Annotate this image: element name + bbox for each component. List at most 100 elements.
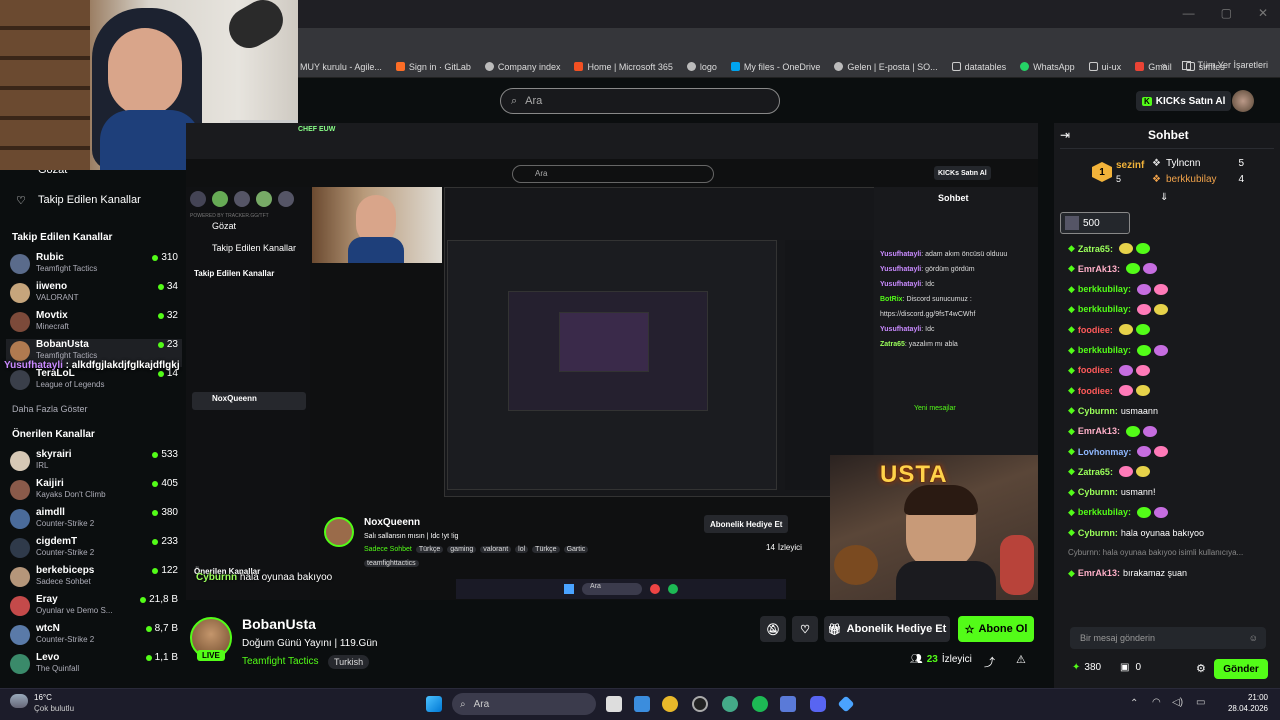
- bookmark[interactable]: Sign in · GitLab: [395, 62, 471, 72]
- bookmark[interactable]: Gelen | E-posta | SO...: [834, 62, 938, 72]
- chat-username[interactable]: Zatra65:: [1078, 244, 1113, 254]
- share-icon[interactable]: ⤴: [984, 654, 995, 670]
- chat-username[interactable]: berkkubilay:: [1078, 284, 1131, 294]
- report-icon[interactable]: ⚠: [1016, 653, 1026, 666]
- chat-username[interactable]: EmrAk13:: [1078, 568, 1120, 578]
- chat-username[interactable]: Cyburnn:: [1078, 528, 1118, 538]
- points-display[interactable]: ✦ 380: [1072, 662, 1101, 673]
- chat-username[interactable]: berkkubilay:: [1078, 304, 1131, 314]
- nested-following: Takip Edilen Kanallar: [212, 243, 297, 253]
- stream-category[interactable]: Teamfight Tactics: [242, 656, 319, 667]
- maximize-icon[interactable]: ▢: [1221, 6, 1232, 20]
- task-view-icon[interactable]: [606, 696, 622, 712]
- viewer-count: 21,8 B: [140, 594, 178, 605]
- followed-channel[interactable]: iiweno VALORANT 34: [10, 281, 178, 309]
- chat-username[interactable]: EmrAk13:: [1078, 426, 1120, 436]
- bookmark[interactable]: ui-ux: [1088, 62, 1121, 72]
- chat-message: ◆ berkkubilay:: [1068, 506, 1168, 518]
- close-icon[interactable]: ✕: [1258, 6, 1268, 20]
- nested-followed-heading: Takip Edilen Kanallar: [194, 269, 275, 278]
- bookmark[interactable]: WhatsApp: [1020, 62, 1075, 72]
- expand-icon[interactable]: ⇓: [1160, 192, 1168, 203]
- sidebar-item-following[interactable]: Takip Edilen Kanallar: [38, 194, 141, 206]
- emote-icon: [1153, 303, 1168, 315]
- chat-username[interactable]: EmrAk13:: [1078, 264, 1120, 274]
- chat-username[interactable]: Zatra65:: [1078, 467, 1113, 477]
- follow-button[interactable]: ♡: [792, 616, 818, 642]
- battery-icon[interactable]: ▭: [1196, 697, 1205, 708]
- gifts-display[interactable]: ▣ 0: [1120, 662, 1141, 673]
- recommended-channel[interactable]: skyrairi IRL 533: [10, 449, 178, 477]
- chat-text: Cyburnn: hala oyunaa bakıyoo isimli kull…: [1068, 547, 1244, 557]
- emote-icon: [1154, 446, 1169, 457]
- search-input[interactable]: ⌕ Ara: [500, 88, 780, 114]
- bookmark[interactable]: MUY kurulu - Agile...: [300, 62, 382, 72]
- taskbar-search[interactable]: ⌕ Ara: [452, 693, 596, 715]
- chat-username[interactable]: foodiee:: [1078, 365, 1113, 375]
- nested-jacket: [348, 237, 404, 263]
- emoji-icon[interactable]: ☺: [1249, 633, 1258, 643]
- chat-message: ◆ berkkubilay:: [1068, 283, 1168, 295]
- sidebar: Gözat ♡ Takip Edilen Kanallar Takip Edil…: [0, 160, 186, 688]
- recommended-channel[interactable]: cigdemT Counter-Strike 2 233: [10, 536, 178, 564]
- pinned-message[interactable]: 500: [1060, 212, 1130, 234]
- folder-icon: [1088, 62, 1098, 71]
- spotify-icon[interactable]: [752, 696, 768, 712]
- chat-username[interactable]: berkkubilay:: [1078, 507, 1131, 517]
- volume-icon[interactable]: ◁): [1172, 697, 1183, 708]
- minimize-icon[interactable]: —: [1183, 6, 1195, 20]
- notification-off-button[interactable]: 🔕︎: [760, 616, 786, 642]
- bookmark[interactable]: datatables: [951, 62, 1006, 72]
- search-placeholder: Ara: [525, 95, 543, 107]
- chrome-profile-icon[interactable]: [722, 696, 738, 712]
- chat-username[interactable]: Lovhonmay:: [1078, 447, 1132, 457]
- chat-username[interactable]: Cyburnn:: [1078, 487, 1118, 497]
- chat-username[interactable]: foodiee:: [1078, 325, 1113, 335]
- bookmarks-more[interactable]: »: [1161, 60, 1166, 70]
- bookmark[interactable]: My files - OneDrive: [730, 62, 820, 72]
- recommended-channel[interactable]: Levo The Quinfall 1,1 B: [10, 652, 178, 680]
- gmail-icon: [1135, 62, 1145, 71]
- discord-icon[interactable]: [810, 696, 826, 712]
- bookmark[interactable]: Home | Microsoft 365: [574, 62, 673, 72]
- followed-channel[interactable]: Rubic Teamfight Tactics 310: [10, 252, 178, 280]
- show-more-link[interactable]: Daha Fazla Göster: [12, 404, 88, 414]
- viewer-count: 32: [157, 310, 178, 321]
- chat-username[interactable]: foodiee:: [1078, 386, 1113, 396]
- gift-sub-button[interactable]: 🎁︎ Abonelik Hediye Et: [824, 616, 950, 642]
- user-avatar[interactable]: [1232, 90, 1254, 112]
- windows-start-icon[interactable]: [426, 696, 442, 712]
- clock-date[interactable]: 28.04.2026: [1220, 704, 1268, 713]
- avatar: [10, 596, 30, 616]
- emote-icon: [1118, 243, 1133, 254]
- vscode-icon[interactable]: [780, 696, 796, 712]
- tray-chevron-icon[interactable]: ⌃: [1130, 698, 1138, 709]
- clock-time[interactable]: 21:00: [1226, 693, 1268, 702]
- store-icon[interactable]: [634, 696, 650, 712]
- bookmark[interactable]: Company index: [484, 62, 560, 72]
- subscribe-button[interactable]: ☆ Abone Ol: [958, 616, 1034, 642]
- settings-icon[interactable]: ⚙: [1196, 662, 1206, 675]
- github-icon[interactable]: [692, 696, 708, 712]
- chat-username[interactable]: berkkubilay:: [1078, 345, 1131, 355]
- send-button[interactable]: Gönder: [1214, 659, 1268, 679]
- avatar: [10, 370, 30, 390]
- recommended-channel[interactable]: berkebiceps Sadece Sohbet 122: [10, 565, 178, 593]
- recommended-channel[interactable]: wtcN Counter-Strike 2 8,7 B: [10, 623, 178, 651]
- buy-kicks-button[interactable]: K KICKs Satın Al: [1136, 91, 1232, 111]
- chat-input[interactable]: Bir mesaj gönderin ☺: [1070, 627, 1266, 649]
- recommended-channel[interactable]: Eray Oyunlar ve Demo S... 21,8 B: [10, 594, 178, 622]
- wifi-icon[interactable]: ◠: [1152, 697, 1161, 708]
- recommended-channel[interactable]: aimdll Counter-Strike 2 380: [10, 507, 178, 535]
- followed-channel[interactable]: TeraLoL League of Legends 14: [10, 368, 178, 396]
- stream-tag[interactable]: Turkish: [328, 655, 370, 669]
- chat-text: bırakamaz şuan: [1122, 568, 1187, 579]
- recommended-channel[interactable]: Kaijiri Kayaks Don't Climb 405: [10, 478, 178, 506]
- followed-channel[interactable]: Movtix Minecraft 32: [10, 310, 178, 338]
- chrome-icon[interactable]: [662, 696, 678, 712]
- bookmark[interactable]: logo: [686, 62, 717, 72]
- collapse-chat-icon[interactable]: ⇥: [1060, 128, 1070, 142]
- chat-username[interactable]: Cyburnn:: [1078, 406, 1118, 416]
- channel-name[interactable]: BobanUsta: [242, 616, 316, 632]
- all-bookmarks[interactable]: Tüm Yer İşaretleri: [1197, 60, 1268, 70]
